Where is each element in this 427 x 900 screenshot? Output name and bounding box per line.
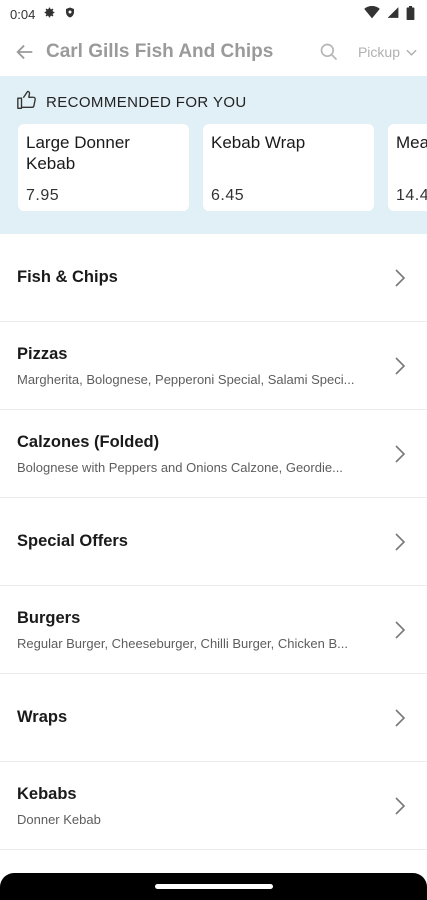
category-title: Kebabs xyxy=(17,784,77,803)
wifi-icon xyxy=(364,5,380,22)
category-row-calzones[interactable]: Calzones (Folded) Bolognese with Peppers… xyxy=(0,410,427,498)
category-title: Fish & Chips xyxy=(17,268,118,286)
recommended-card[interactable]: Large Donner Kebab 7.95 xyxy=(18,124,189,211)
recommended-header: RECOMMENDED FOR YOU xyxy=(0,90,427,114)
chevron-right-icon xyxy=(389,531,411,553)
page-title: Carl Gills Fish And Chips xyxy=(46,41,274,62)
chevron-right-icon xyxy=(389,443,411,465)
chevron-right-icon xyxy=(389,619,411,641)
recommended-card[interactable]: Mea 14.4 xyxy=(388,124,427,211)
category-row-burgers[interactable]: Burgers Regular Burger, Cheeseburger, Ch… xyxy=(0,586,427,674)
category-subtitle: Regular Burger, Cheeseburger, Chilli Bur… xyxy=(17,635,348,651)
category-subtitle: Donner Kebab xyxy=(17,811,101,827)
category-subtitle: Margherita, Bolognese, Pepperoni Special… xyxy=(17,371,355,387)
battery-icon xyxy=(406,5,415,23)
category-subtitle: Bolognese with Peppers and Onions Calzon… xyxy=(17,459,343,475)
recommended-item-name: Mea xyxy=(396,133,427,152)
chevron-down-icon xyxy=(406,44,417,60)
app-bar: Carl Gills Fish And Chips Pickup xyxy=(0,28,427,76)
category-title: Burgers xyxy=(17,608,81,627)
chevron-right-icon xyxy=(389,267,411,289)
recommended-item-price: 14.4 xyxy=(396,187,427,204)
back-arrow-icon[interactable] xyxy=(12,39,38,65)
recommended-section: RECOMMENDED FOR YOU Large Donner Kebab 7… xyxy=(0,76,427,234)
shield-icon xyxy=(64,6,76,22)
category-row-special-offers[interactable]: Special Offers xyxy=(0,498,427,586)
home-gesture-handle[interactable] xyxy=(155,884,273,889)
chevron-right-icon xyxy=(389,707,411,729)
chevron-right-icon xyxy=(389,795,411,817)
category-title: Calzones (Folded) xyxy=(17,432,160,451)
category-row-wraps[interactable]: Wraps xyxy=(0,674,427,762)
recommended-item-name: Large Donner Kebab xyxy=(26,133,130,173)
order-mode-dropdown[interactable]: Pickup xyxy=(358,44,417,60)
recommended-item-price: 7.95 xyxy=(26,187,60,204)
chevron-right-icon xyxy=(389,355,411,377)
signal-icon xyxy=(386,6,400,22)
category-row-fish-and-chips[interactable]: Fish & Chips xyxy=(0,234,427,322)
category-title: Wraps xyxy=(17,708,68,726)
status-bar: 0:04 xyxy=(0,0,427,28)
navigation-bar xyxy=(0,873,427,900)
status-time: 0:04 xyxy=(10,6,36,22)
category-list: Fish & Chips Pizzas Margherita, Bolognes… xyxy=(0,234,427,850)
settings-icon xyxy=(43,6,56,22)
category-title: Pizzas xyxy=(17,344,68,363)
recommended-card[interactable]: Kebab Wrap 6.45 xyxy=(203,124,374,211)
recommended-title: RECOMMENDED FOR YOU xyxy=(46,93,247,111)
category-title: Special Offers xyxy=(17,532,128,550)
thumbs-up-icon xyxy=(16,89,38,116)
category-row-kebabs[interactable]: Kebabs Donner Kebab xyxy=(0,762,427,850)
recommended-item-name: Kebab Wrap xyxy=(211,133,306,152)
recommended-item-price: 6.45 xyxy=(211,187,245,204)
recommended-carousel[interactable]: Large Donner Kebab 7.95 Kebab Wrap 6.45 … xyxy=(0,124,427,211)
search-icon[interactable] xyxy=(314,37,344,67)
category-row-pizzas[interactable]: Pizzas Margherita, Bolognese, Pepperoni … xyxy=(0,322,427,410)
order-mode-label: Pickup xyxy=(357,44,400,60)
